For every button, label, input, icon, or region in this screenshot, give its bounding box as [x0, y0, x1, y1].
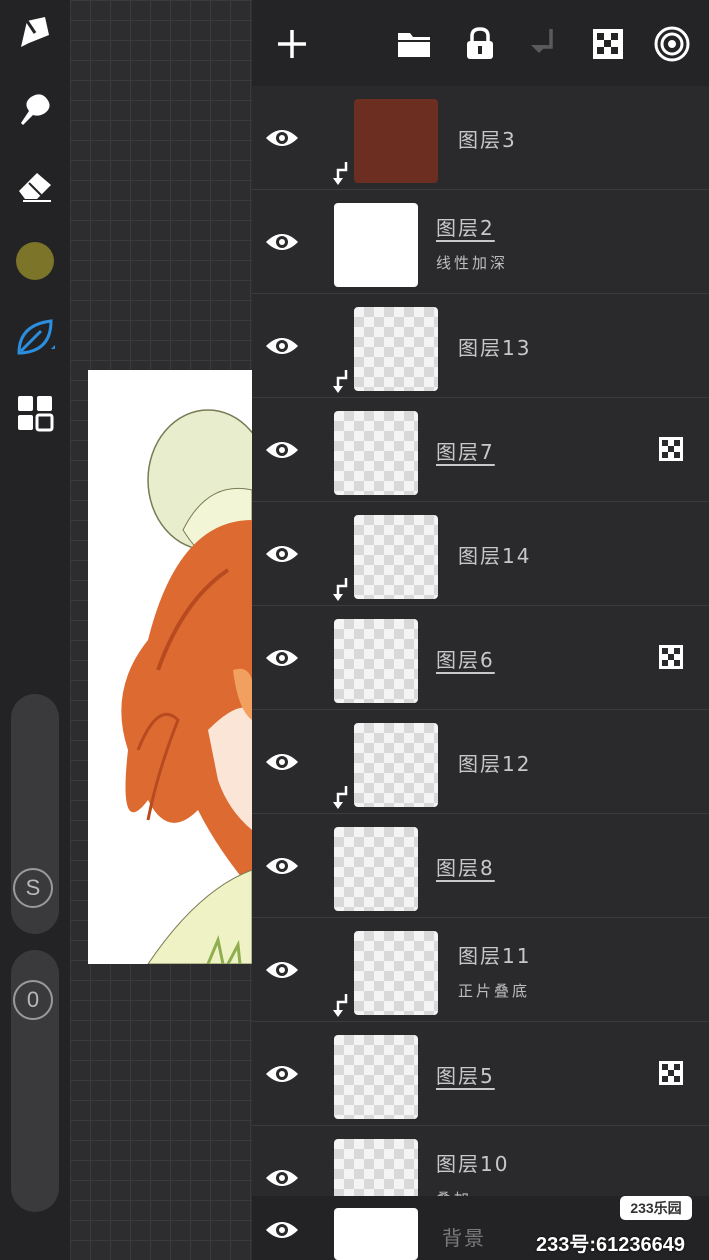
- layer-thumbnail: [354, 723, 438, 807]
- watermark-badge: 233乐园: [620, 1196, 692, 1220]
- clip-arrow-icon: [333, 162, 348, 185]
- size-indicator: S: [13, 868, 53, 908]
- layer-thumbnail: [354, 931, 438, 1015]
- layer-blend-mode: 线性加深: [436, 254, 509, 272]
- layer-row[interactable]: 图层2 线性加深: [252, 190, 709, 294]
- layer-name: 图层8: [436, 856, 495, 880]
- layer-name: 图层13: [458, 336, 532, 360]
- layer-row[interactable]: 图层11 正片叠底: [252, 918, 709, 1022]
- swatch-circle: [16, 242, 54, 280]
- layer-row[interactable]: 图层8: [252, 814, 709, 918]
- clip-arrow-icon: [333, 786, 348, 809]
- layer-name: 图层3: [458, 128, 517, 152]
- eraser-icon[interactable]: [12, 162, 58, 208]
- eye-icon[interactable]: [264, 120, 300, 156]
- eye-icon[interactable]: [264, 744, 300, 780]
- layer-name: 图层11: [458, 944, 532, 968]
- eye-icon[interactable]: [264, 536, 300, 572]
- layer-name: 图层2: [436, 216, 495, 240]
- eye-icon[interactable]: [264, 328, 300, 364]
- background-layer-name: 背景: [442, 1226, 486, 1250]
- opacity-indicator: 0: [13, 980, 53, 1020]
- eye-icon[interactable]: [264, 848, 300, 884]
- clip-arrow-icon: [333, 994, 348, 1017]
- clip-arrow-icon: [333, 578, 348, 601]
- eye-icon[interactable]: [264, 224, 300, 260]
- eye-icon[interactable]: [264, 432, 300, 468]
- layers-panel-header: [252, 0, 709, 86]
- layer-name: 图层12: [458, 752, 532, 776]
- layer-name: 图层6: [436, 648, 495, 672]
- layer-row[interactable]: 图层12: [252, 710, 709, 814]
- layers-grid-icon[interactable]: [12, 390, 58, 436]
- layer-thumbnail: [334, 1035, 418, 1119]
- background-thumbnail: [334, 1208, 418, 1260]
- layer-thumbnail: [334, 411, 418, 495]
- leaf-brush-icon[interactable]: [12, 314, 58, 360]
- layer-target-icon[interactable]: [650, 22, 694, 66]
- smudge-icon[interactable]: [12, 86, 58, 132]
- clip-arrow-icon: [333, 370, 348, 393]
- layer-thumbnail: [334, 827, 418, 911]
- watermark-id: 233号:61236649: [536, 1234, 686, 1256]
- eye-icon[interactable]: [264, 640, 300, 676]
- color-swatch[interactable]: [12, 238, 58, 284]
- layer-row[interactable]: 图层3: [252, 86, 709, 190]
- layer-thumbnail: [354, 99, 438, 183]
- layer-row[interactable]: 图层6: [252, 606, 709, 710]
- layer-name: 图层10: [436, 1152, 510, 1176]
- layer-thumbnail: [354, 515, 438, 599]
- alpha-lock-icon[interactable]: [658, 644, 684, 670]
- layer-row[interactable]: 图层13: [252, 294, 709, 398]
- eye-icon[interactable]: [264, 1212, 300, 1248]
- layer-blend-mode: 正片叠底: [458, 982, 531, 1000]
- layer-thumbnail: [334, 619, 418, 703]
- layer-name: 图层14: [458, 544, 532, 568]
- layer-row[interactable]: 图层14: [252, 502, 709, 606]
- layer-name: 图层7: [436, 440, 495, 464]
- artwork-illustration: [121, 409, 252, 964]
- left-toolbar: S 0: [0, 0, 70, 1260]
- layer-row[interactable]: 图层5: [252, 1022, 709, 1126]
- eye-icon[interactable]: [264, 1160, 300, 1196]
- layers-panel: 图层3 图层2 线性加深 图层13 图层7 图层14 图层6 图层12 图层8 图层11 正片叠底图…: [252, 0, 709, 1260]
- brush-icon[interactable]: [12, 10, 58, 56]
- layer-thumbnail: [354, 307, 438, 391]
- alpha-lock-icon[interactable]: [658, 436, 684, 462]
- artwork-canvas[interactable]: [88, 370, 252, 964]
- layer-row[interactable]: 图层7: [252, 398, 709, 502]
- alpha-checker-icon[interactable]: [586, 22, 630, 66]
- eye-icon[interactable]: [264, 952, 300, 988]
- layer-thumbnail: [334, 203, 418, 287]
- merge-down-icon[interactable]: [522, 22, 566, 66]
- layer-name: 图层5: [436, 1064, 495, 1088]
- add-layer-icon[interactable]: [270, 22, 314, 66]
- folder-icon[interactable]: [392, 22, 436, 66]
- alpha-lock-icon[interactable]: [658, 1060, 684, 1086]
- eye-icon[interactable]: [264, 1056, 300, 1092]
- lock-icon[interactable]: [458, 22, 502, 66]
